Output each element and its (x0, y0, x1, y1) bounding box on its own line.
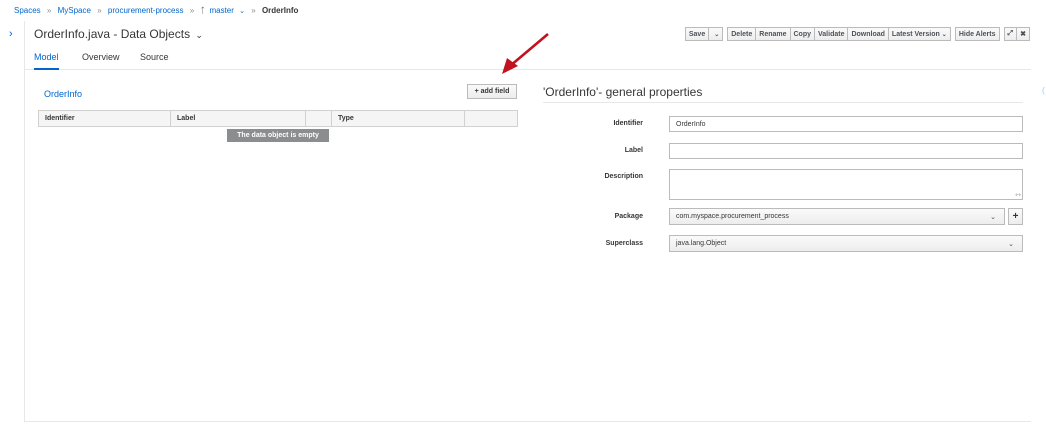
save-options-button[interactable]: ⌄ (708, 27, 724, 41)
editor-title-text: OrderInfo.java - Data Objects (34, 27, 191, 41)
download-button[interactable]: Download (847, 27, 889, 41)
editor-toolbar: Save ⌄ Delete Rename Copy Validate Downl… (684, 27, 1030, 41)
close-icon[interactable]: ✖ (1016, 27, 1030, 41)
superclass-label: Superclass (605, 240, 643, 247)
breadcrumb-myspace[interactable]: MySpace (58, 6, 91, 15)
breadcrumb-separator: » (189, 6, 195, 15)
identifier-field[interactable]: OrderInfo (669, 116, 1023, 132)
chevron-down-icon: ⌄ (714, 31, 720, 38)
description-label: Description (604, 173, 643, 180)
editor-bottom-border (24, 421, 1031, 422)
chevron-down-icon: ⌄ (195, 30, 203, 40)
tab-model[interactable]: Model (34, 52, 59, 70)
package-label: Package (614, 213, 643, 220)
superclass-select[interactable]: java.lang.Object ⌄ (669, 235, 1023, 252)
package-value: com.myspace.procurement_process (676, 213, 789, 220)
validate-button[interactable]: Validate (814, 27, 849, 41)
breadcrumb-spaces[interactable]: Spaces (14, 6, 41, 15)
identifier-label: Identifier (613, 120, 643, 127)
tab-overview[interactable]: Overview (82, 52, 120, 62)
breadcrumb-separator: » (251, 6, 256, 15)
rename-button[interactable]: Rename (755, 27, 791, 41)
chevron-down-icon: ⌄ (990, 213, 996, 221)
editor-title[interactable]: OrderInfo.java - Data Objects ⌄ (34, 27, 203, 41)
expand-panel-icon[interactable]: › (9, 28, 13, 40)
chevron-down-icon: ⌄ (239, 8, 246, 15)
side-panel-edge-icon[interactable]: ( (1042, 86, 1045, 95)
branch-icon: ᛏ (200, 6, 206, 15)
maximize-icon[interactable]: ⤢ (1003, 27, 1018, 41)
column-header-type[interactable]: Type (332, 111, 354, 126)
latest-version-dropdown[interactable]: Latest Version ⌄ (887, 27, 951, 41)
tab-source[interactable]: Source (140, 52, 169, 62)
hide-alerts-button[interactable]: Hide Alerts (954, 27, 1000, 41)
empty-table-message: The data object is empty (227, 129, 329, 142)
column-divider (305, 111, 306, 126)
column-header-label[interactable]: Label (171, 111, 195, 126)
branch-selector[interactable]: ᛏ master ⌄ (200, 6, 247, 15)
latest-version-label: Latest Version (891, 30, 940, 38)
save-button[interactable]: Save (684, 27, 710, 41)
add-field-button[interactable]: + add field (467, 84, 517, 99)
properties-divider (543, 102, 1023, 103)
label-field-label: Label (624, 147, 643, 154)
column-header-identifier[interactable]: Identifier (39, 111, 75, 126)
branch-name: master (209, 6, 234, 15)
data-object-name: OrderInfo (44, 89, 83, 99)
annotation-arrow-icon (502, 33, 549, 74)
breadcrumb-current: OrderInfo (261, 6, 299, 15)
panel-divider (24, 21, 25, 421)
breadcrumb-project[interactable]: procurement-process (108, 6, 184, 15)
breadcrumb-separator: » (97, 6, 102, 15)
copy-button[interactable]: Copy (789, 27, 815, 41)
resize-handle-icon[interactable]: ⇿ (1015, 191, 1021, 199)
superclass-value: java.lang.Object (676, 240, 727, 247)
package-select[interactable]: com.myspace.procurement_process ⌄ (669, 208, 1005, 225)
properties-title: 'OrderInfo'- general properties (543, 85, 703, 99)
breadcrumb: Spaces » MySpace » procurement-process »… (14, 6, 298, 15)
breadcrumb-separator: » (46, 6, 52, 15)
add-package-button[interactable]: + (1008, 208, 1023, 225)
chevron-down-icon: ⌄ (941, 31, 947, 38)
column-divider (464, 111, 465, 126)
description-field[interactable]: ⇿ (669, 169, 1023, 200)
delete-button[interactable]: Delete (727, 27, 757, 41)
label-field[interactable] (669, 143, 1023, 159)
chevron-down-icon: ⌄ (1008, 240, 1014, 248)
fields-table-header: Identifier Label Type (38, 110, 518, 127)
